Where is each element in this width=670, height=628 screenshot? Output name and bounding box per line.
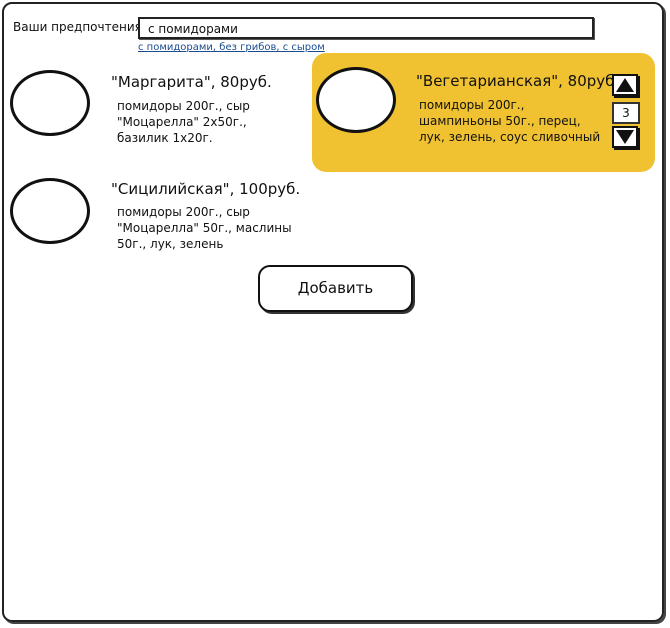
preferences-input-value: с помидорами	[148, 22, 238, 36]
pizza-description: помидоры 200г., сыр "Моцарелла" 50г., ма…	[117, 205, 292, 251]
quantity-increment-button[interactable]	[612, 74, 638, 96]
quantity-value[interactable]: 3	[612, 102, 640, 124]
pizza-description: помидоры 200г., сыр "Моцарелла" 2х50г., …	[117, 99, 250, 145]
pizza-image	[316, 67, 396, 133]
triangle-down-icon	[616, 130, 634, 144]
preferences-input[interactable]: с помидорами	[138, 17, 594, 39]
preferences-suggestion-link[interactable]: с помидорами, без грибов, с сыром	[138, 42, 325, 53]
pizza-image	[10, 70, 90, 136]
pizza-title: "Сицилийская", 100руб.	[111, 180, 301, 198]
pizza-description: помидоры 200г., шампиньоны 50г., перец, …	[419, 98, 601, 144]
triangle-up-icon	[616, 78, 634, 92]
preferences-label: Ваши предпочтения:	[13, 20, 146, 34]
pizza-image	[10, 178, 90, 244]
pizza-title: "Вегетарианская", 80руб.	[416, 72, 620, 90]
quantity-decrement-button[interactable]	[612, 126, 638, 148]
add-button[interactable]: Добавить	[258, 265, 413, 312]
pizza-title: "Маргарита", 80руб.	[111, 73, 272, 91]
